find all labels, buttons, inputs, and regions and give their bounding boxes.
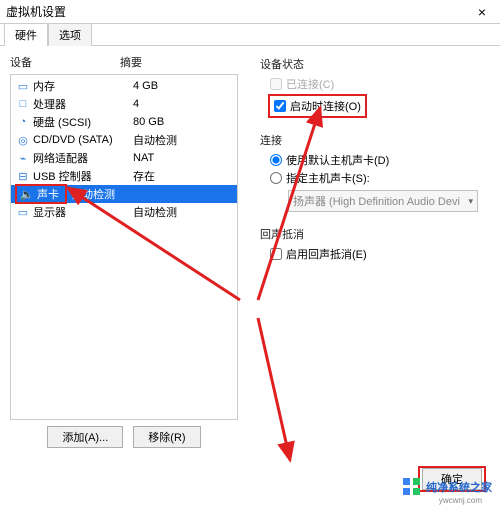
use-default-radio-input[interactable] [270, 154, 282, 166]
sound-icon: 🔈 [19, 188, 35, 201]
connected-checkbox-input [270, 78, 282, 90]
connect-at-power-input[interactable] [274, 100, 286, 112]
hw-network[interactable]: ⌁网络适配器NAT [11, 149, 237, 167]
hw-sound[interactable]: 🔈 声卡 自动检测 [11, 185, 237, 203]
chevron-down-icon: ▾ [468, 196, 473, 207]
hw-disk[interactable]: ◔硬盘 (SCSI)80 GB [11, 113, 237, 131]
disk-icon: ◔ [15, 116, 31, 128]
disc-icon: ◎ [15, 134, 31, 147]
display-icon: ▭ [15, 206, 31, 219]
tab-bar: 硬件 选项 [0, 24, 500, 46]
connect-at-power-checkbox[interactable]: 启动时连接(O) [274, 98, 361, 114]
echo-title: 回声抵消 [260, 226, 486, 242]
window-title: 虚拟机设置 [6, 3, 66, 20]
remove-hardware-button[interactable]: 移除(R) [133, 426, 200, 448]
hardware-list-header: 设备 摘要 [10, 52, 238, 74]
memory-icon: ▭ [15, 80, 31, 93]
specify-radio-input[interactable] [270, 172, 282, 184]
hw-cpu[interactable]: □处理器4 [11, 95, 237, 113]
hw-usb[interactable]: ⊟USB 控制器存在 [11, 167, 237, 185]
add-hardware-button[interactable]: 添加(A)... [47, 426, 123, 448]
col-summary: 摘要 [120, 54, 238, 70]
network-icon: ⌁ [15, 152, 31, 165]
device-status-title: 设备状态 [260, 56, 486, 72]
hw-display[interactable]: ▭显示器自动检测 [11, 203, 237, 221]
specify-radio[interactable]: 指定主机声卡(S): [270, 170, 486, 186]
connected-checkbox[interactable]: 已连接(C) [270, 76, 486, 92]
tab-options[interactable]: 选项 [48, 23, 92, 46]
echo-checkbox-input[interactable] [270, 248, 282, 260]
close-icon[interactable]: × [470, 4, 494, 20]
cpu-icon: □ [15, 98, 31, 110]
tab-hardware[interactable]: 硬件 [4, 23, 48, 46]
echo-checkbox[interactable]: 启用回声抵消(E) [270, 246, 486, 262]
hw-memory[interactable]: ▭内存4 GB [11, 77, 237, 95]
usb-icon: ⊟ [15, 170, 31, 183]
hardware-list: ▭内存4 GB □处理器4 ◔硬盘 (SCSI)80 GB ◎CD/DVD (S… [10, 74, 238, 420]
col-device: 设备 [10, 54, 120, 70]
soundcard-dropdown[interactable]: 扬声器 (High Definition Audio Devi ▾ [288, 190, 478, 212]
watermark: 纯净系统之家 ywcwnj.com [402, 477, 492, 497]
use-default-radio[interactable]: 使用默认主机声卡(D) [270, 152, 486, 168]
hw-cddvd[interactable]: ◎CD/DVD (SATA)自动检测 [11, 131, 237, 149]
connection-title: 连接 [260, 132, 486, 148]
watermark-logo-icon [402, 477, 422, 497]
